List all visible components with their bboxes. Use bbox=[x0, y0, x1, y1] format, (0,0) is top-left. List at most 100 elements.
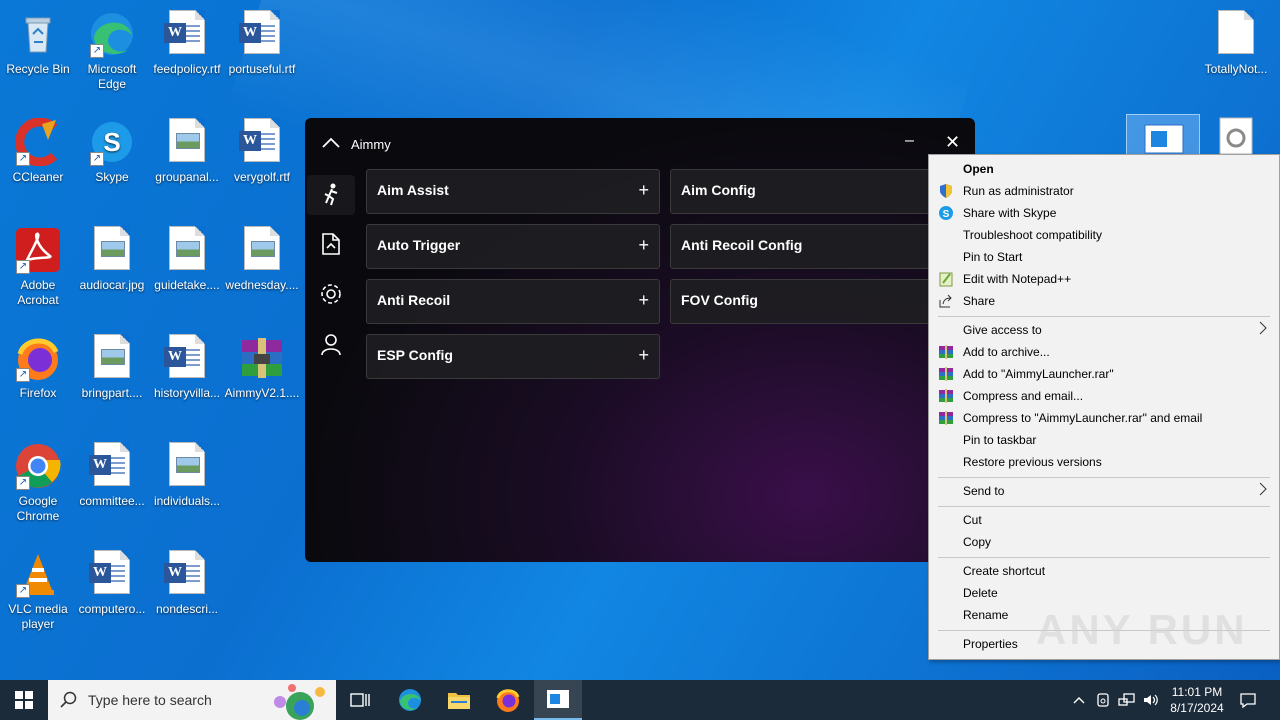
menu-item-edit-notepadpp[interactable]: Edit with Notepad++ bbox=[963, 268, 1071, 290]
expand-plus-icon[interactable]: + bbox=[638, 235, 649, 256]
desktop-icon-guidetake[interactable]: guidetake.... bbox=[149, 220, 225, 293]
menu-item-restore-versions[interactable]: Restore previous versions bbox=[963, 451, 1102, 473]
svg-text:S: S bbox=[103, 127, 120, 157]
card-anti-recoil-config[interactable]: Anti Recoil Config bbox=[670, 224, 964, 269]
menu-item-delete[interactable]: Delete bbox=[963, 582, 998, 604]
expand-plus-icon[interactable]: + bbox=[638, 345, 649, 366]
desktop-icon-historyvilla[interactable]: W historyvilla... bbox=[149, 328, 225, 401]
minimize-button[interactable]: – bbox=[905, 132, 914, 150]
menu-item-add-to-rar[interactable]: Add to "AimmyLauncher.rar" bbox=[963, 363, 1114, 385]
skype-icon: S ↗ bbox=[88, 118, 136, 166]
clock-time: 11:01 PM bbox=[1171, 685, 1223, 699]
word-doc-icon: W bbox=[163, 550, 211, 598]
submenu-chevron-icon bbox=[1259, 482, 1267, 499]
menu-item-cut[interactable]: Cut bbox=[963, 509, 982, 531]
desktop-icon-vlc[interactable]: ↗ VLC media player bbox=[0, 544, 76, 632]
menu-item-add-archive[interactable]: Add to archive... bbox=[963, 341, 1050, 363]
sidebar-aim-menu-icon[interactable] bbox=[319, 182, 343, 206]
menu-item-compress-rar-email[interactable]: Compress to "AimmyLauncher.rar" and emai… bbox=[963, 407, 1202, 429]
recycle-bin-icon bbox=[14, 10, 62, 58]
aimmy-titlebar[interactable]: Aimmy – ✕ bbox=[305, 118, 975, 168]
desktop-icon-audiocar[interactable]: audiocar.jpg bbox=[74, 220, 150, 293]
menu-item-compress-email[interactable]: Compress and email... bbox=[963, 385, 1083, 407]
desktop-icon-recycle-bin[interactable]: Recycle Bin bbox=[0, 4, 76, 77]
word-doc-icon: W bbox=[238, 10, 286, 58]
desktop-icon-committee[interactable]: W committee... bbox=[74, 436, 150, 509]
collapse-chevron-icon[interactable] bbox=[321, 135, 341, 152]
start-button[interactable] bbox=[0, 680, 48, 720]
tray-overflow-chevron-icon[interactable] bbox=[1068, 680, 1090, 720]
menu-item-run-as-admin[interactable]: Run as administrator bbox=[963, 180, 1074, 202]
desktop-icon-wednesday[interactable]: wednesday.... bbox=[224, 220, 300, 293]
notification-center-icon[interactable] bbox=[1234, 680, 1262, 720]
desktop-icon-verygolf[interactable]: W verygolf.rtf bbox=[224, 112, 300, 185]
windows-logo-icon bbox=[15, 691, 33, 709]
firefox-icon: ↗ bbox=[14, 334, 62, 382]
task-view-icon bbox=[350, 693, 370, 707]
desktop-icon-nondescri[interactable]: W nondescri... bbox=[149, 544, 225, 617]
sidebar-settings-gear-icon[interactable] bbox=[319, 282, 343, 306]
desktop-icon-bringpart[interactable]: bringpart.... bbox=[74, 328, 150, 401]
card-anti-recoil[interactable]: Anti Recoil + bbox=[366, 279, 660, 324]
menu-item-copy[interactable]: Copy bbox=[963, 531, 991, 553]
desktop-icon-aimmyv2[interactable]: AimmyV2.1.... bbox=[224, 328, 300, 401]
menu-item-open[interactable]: Open bbox=[963, 158, 994, 180]
settings-file-icon[interactable] bbox=[1218, 116, 1254, 159]
desktop-icon-feedpolicy[interactable]: W feedpolicy.rtf bbox=[149, 4, 225, 77]
desktop-icon-ccleaner[interactable]: ↗ CCleaner bbox=[0, 112, 76, 185]
desktop-icon-computero[interactable]: W computero... bbox=[74, 544, 150, 617]
desktop-icon-individuals[interactable]: individuals... bbox=[149, 436, 225, 509]
menu-item-share[interactable]: Share bbox=[963, 290, 995, 312]
menu-item-pin-taskbar[interactable]: Pin to taskbar bbox=[963, 429, 1036, 451]
taskbar-firefox[interactable] bbox=[484, 680, 532, 720]
taskbar-edge[interactable] bbox=[386, 680, 434, 720]
taskbar-search-box[interactable]: Type here to search bbox=[48, 680, 336, 720]
card-aim-assist[interactable]: Aim Assist + bbox=[366, 169, 660, 214]
tray-volume-icon[interactable] bbox=[1140, 680, 1162, 720]
menu-item-pin-start[interactable]: Pin to Start bbox=[963, 246, 1022, 268]
desktop-icon-totallynot[interactable]: TotallyNot... bbox=[1198, 4, 1274, 77]
word-doc-icon: W bbox=[88, 442, 136, 490]
desktop-icon-portuseful[interactable]: W portuseful.rtf bbox=[224, 4, 300, 77]
word-doc-icon: W bbox=[163, 10, 211, 58]
tray-network-icon[interactable] bbox=[1116, 680, 1138, 720]
menu-item-troubleshoot[interactable]: Troubleshoot compatibility bbox=[963, 224, 1102, 246]
taskbar-file-explorer[interactable] bbox=[435, 680, 483, 720]
desktop-icon-chrome[interactable]: ↗ Google Chrome bbox=[0, 436, 76, 524]
context-menu: Open Run as administrator S Share with S… bbox=[928, 154, 1280, 660]
selected-icon-aimmylauncher[interactable] bbox=[1126, 114, 1200, 156]
menu-item-rename[interactable]: Rename bbox=[963, 604, 1008, 626]
firefox-icon bbox=[496, 689, 520, 712]
image-file-icon bbox=[88, 334, 136, 382]
desktop-icon-skype[interactable]: S ↗ Skype bbox=[74, 112, 150, 185]
menu-item-properties[interactable]: Properties bbox=[963, 633, 1018, 655]
card-aim-config[interactable]: Aim Config bbox=[670, 169, 964, 214]
menu-item-give-access[interactable]: Give access to bbox=[963, 319, 1042, 341]
close-button[interactable]: ✕ bbox=[945, 132, 960, 153]
desktop-icon-acrobat[interactable]: ↗ Adobe Acrobat bbox=[0, 220, 76, 308]
desktop-icon-firefox[interactable]: ↗ Firefox bbox=[0, 328, 76, 401]
sidebar-account-icon[interactable] bbox=[319, 332, 343, 356]
taskbar-aimmy-app[interactable] bbox=[534, 680, 582, 720]
sidebar-config-file-icon[interactable] bbox=[319, 232, 343, 256]
card-esp-config[interactable]: ESP Config + bbox=[366, 334, 660, 379]
search-highlight-globe-icon bbox=[274, 684, 325, 720]
menu-item-share-skype[interactable]: Share with Skype bbox=[963, 202, 1056, 224]
menu-item-create-shortcut[interactable]: Create shortcut bbox=[963, 560, 1045, 582]
card-auto-trigger[interactable]: Auto Trigger + bbox=[366, 224, 660, 269]
tray-clock[interactable]: 11:01 PM 8/17/2024 bbox=[1164, 680, 1230, 720]
expand-plus-icon[interactable]: + bbox=[638, 290, 649, 311]
ccleaner-icon: ↗ bbox=[14, 117, 62, 167]
expand-plus-icon[interactable]: + bbox=[638, 180, 649, 201]
vlc-icon: ↗ bbox=[14, 550, 62, 598]
folder-icon bbox=[448, 693, 470, 709]
menu-item-send-to[interactable]: Send to bbox=[963, 480, 1004, 502]
notepadpp-icon bbox=[938, 271, 954, 287]
image-file-icon bbox=[238, 226, 286, 274]
tray-device-icon[interactable] bbox=[1092, 680, 1114, 720]
word-doc-icon: W bbox=[163, 334, 211, 382]
card-fov-config[interactable]: FOV Config bbox=[670, 279, 964, 324]
desktop-icon-edge[interactable]: ↗ Microsoft Edge bbox=[74, 4, 150, 92]
task-view-button[interactable] bbox=[336, 680, 384, 720]
desktop-icon-groupanal[interactable]: groupanal... bbox=[149, 112, 225, 185]
